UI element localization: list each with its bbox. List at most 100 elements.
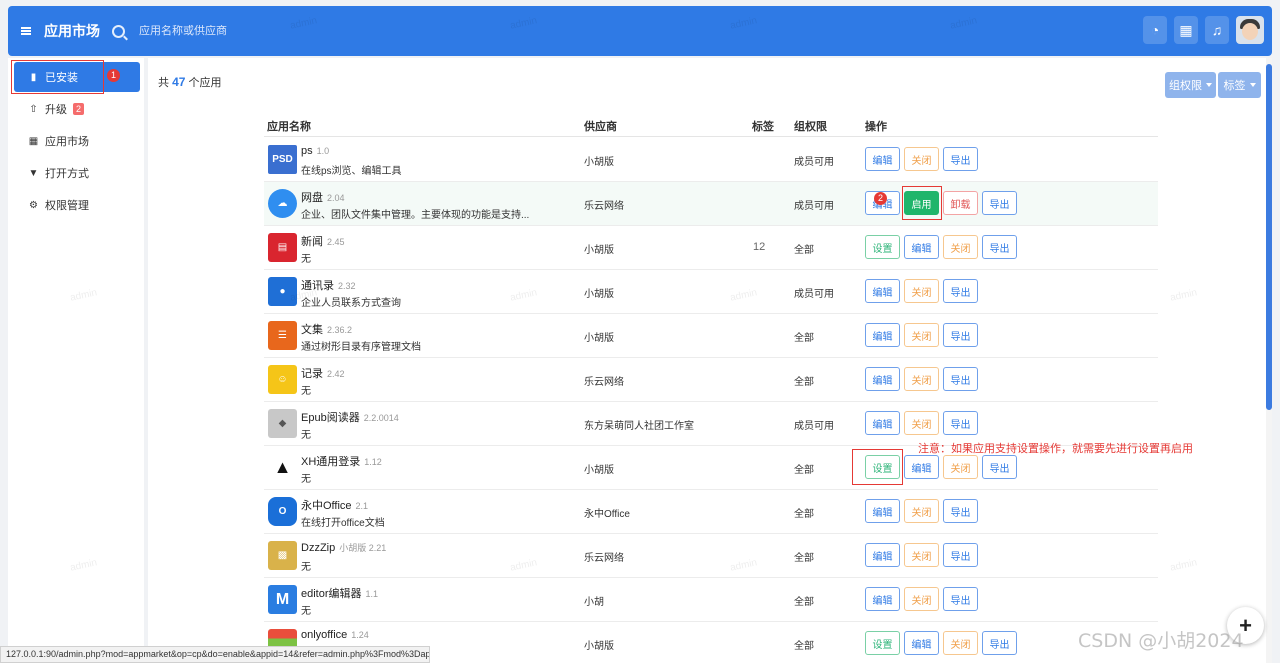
app-desc: 无 (301, 606, 311, 617)
sidebar-item-appmarket[interactable]: ▦ 应用市场 (14, 126, 140, 156)
table-row: ☺ 记录 2.42 无 乐云网络 全部 编辑 关闭 导出 (264, 358, 1158, 402)
close-button[interactable]: 关闭 (904, 587, 939, 611)
permission: 全部 (794, 465, 814, 476)
table-header: 应用名称 供应商 标签 组权限 操作 (264, 113, 1158, 137)
scrollbar-thumb[interactable] (1266, 64, 1272, 410)
app-name: 记录 (301, 368, 323, 380)
smile-icon: ☺ (268, 365, 297, 394)
export-button[interactable]: 导出 (943, 323, 978, 347)
main-panel: 共 47 个应用 组权限 标签 应用名称 供应商 标签 组权限 操作 PSD p… (148, 58, 1272, 663)
vendor: 乐云网络 (584, 553, 624, 564)
edit-button[interactable]: 编辑 (865, 411, 900, 435)
export-button[interactable]: 导出 (943, 411, 978, 435)
close-button[interactable]: 关闭 (904, 499, 939, 523)
col-vendor: 供应商 (584, 121, 617, 133)
scrollbar[interactable] (1266, 58, 1272, 663)
contacts-icon: ● (268, 277, 297, 306)
vendor: 小胡 (584, 597, 604, 608)
app-version: 1.24 (351, 630, 369, 640)
col-name: 应用名称 (267, 121, 311, 133)
app-name: DzzZip (301, 542, 336, 554)
step-marker-2: 2 (874, 192, 887, 205)
close-button[interactable]: 关闭 (904, 147, 939, 171)
export-button[interactable]: 导出 (943, 499, 978, 523)
edit-button[interactable]: 编辑 (865, 499, 900, 523)
app-title[interactable]: 应用市场 (44, 21, 104, 41)
export-button[interactable]: 导出 (943, 367, 978, 391)
vendor: 小胡版 (584, 641, 614, 652)
close-button[interactable]: 关闭 (943, 631, 978, 655)
app-version: 1.12 (364, 457, 382, 467)
table-row: ▩ DzzZip 小胡版 2.21 无 乐云网络 全部 编辑 关闭 导出 (264, 534, 1158, 578)
app-desc: 无 (301, 430, 311, 441)
table-row: ☁ 网盘 2.04 企业、团队文件集中管理。主要体现的功能是支持... 乐云网络 … (264, 182, 1158, 226)
edit-button[interactable]: 编辑 (865, 587, 900, 611)
search-input[interactable] (139, 25, 439, 37)
export-button[interactable]: 导出 (982, 235, 1017, 259)
permission: 全部 (794, 245, 814, 256)
app-desc: 无 (301, 562, 311, 573)
app-version: 1.1 (365, 589, 379, 599)
app-name: 新闻 (301, 236, 323, 248)
sidebar-item-label: 应用市场 (45, 136, 89, 148)
edit-button[interactable]: 编辑 (865, 367, 900, 391)
close-button[interactable]: 关闭 (904, 279, 939, 303)
app-name: 通讯录 (301, 280, 334, 292)
app-version: 2.2.0014 (363, 413, 399, 423)
grid-icon: ▦ (28, 135, 39, 147)
edit-button[interactable]: 编辑 (865, 543, 900, 567)
close-button[interactable]: 关闭 (904, 367, 939, 391)
sidebar-item-upgrade[interactable]: ⇧ 升级 2 (14, 94, 140, 124)
sidebar-item-permissions[interactable]: ⚙ 权限管理 (14, 190, 140, 220)
sidebar-item-open-method[interactable]: ▼ 打开方式 (14, 158, 140, 188)
permission: 全部 (794, 641, 814, 652)
export-button[interactable]: 导出 (943, 587, 978, 611)
grid-icon[interactable]: ▦ (1174, 16, 1198, 44)
vendor: 永中Office (584, 509, 630, 520)
settings-button[interactable]: 设置 (865, 235, 900, 259)
edit-button[interactable]: 编辑 (865, 279, 900, 303)
book-icon: ☰ (268, 321, 297, 350)
export-button[interactable]: 导出 (943, 279, 978, 303)
vendor: 乐云网络 (584, 201, 624, 212)
group-permission-filter[interactable]: 组权限 (1165, 72, 1216, 98)
permission: 全部 (794, 333, 814, 344)
app-name: editor编辑器 (301, 588, 362, 600)
edit-button[interactable]: 编辑 (865, 323, 900, 347)
permission: 成员可用 (794, 157, 834, 168)
ps-icon: PSD (268, 145, 297, 174)
edit-button[interactable]: 编辑 (865, 147, 900, 171)
office-icon: O (268, 497, 297, 526)
table-row: ▤ 新闻 2.45 无 小胡版 12 全部 设置 编辑 关闭 导出 (264, 226, 1158, 270)
export-button[interactable]: 导出 (982, 191, 1017, 215)
uninstall-button[interactable]: 卸载 (943, 191, 978, 215)
table-row: M editor编辑器 1.1 无 小胡 全部 编辑 关闭 导出 (264, 578, 1158, 622)
export-button[interactable]: 导出 (982, 455, 1017, 479)
permission: 全部 (794, 377, 814, 388)
close-button[interactable]: 关闭 (904, 543, 939, 567)
table-row: O 永中Office 2.1 在线打开office文档 永中Office 全部 编… (264, 490, 1158, 534)
close-button[interactable]: 关闭 (904, 411, 939, 435)
edit-button[interactable]: 编辑 (904, 235, 939, 259)
search-box[interactable] (112, 6, 439, 56)
export-button[interactable]: 导出 (943, 147, 978, 171)
avatar[interactable] (1236, 16, 1264, 44)
edit-button[interactable]: 编辑 (904, 631, 939, 655)
close-button[interactable]: 关闭 (904, 323, 939, 347)
gear-icon: ⚙ (29, 199, 38, 211)
close-button[interactable]: 关闭 (943, 235, 978, 259)
tag-filter[interactable]: 标签 (1218, 72, 1261, 98)
close-button[interactable]: 关闭 (943, 455, 978, 479)
settings-button[interactable]: 设置 (865, 631, 900, 655)
export-button[interactable]: 导出 (943, 543, 978, 567)
bell-icon[interactable]: ♫ (1205, 16, 1229, 44)
table-row: ● 通讯录 2.32 企业人员联系方式查询 小胡版 成员可用 编辑 关闭 导出 (264, 270, 1158, 314)
edit-button[interactable]: 编辑 (904, 455, 939, 479)
highlight-box-enable (902, 186, 942, 220)
menu-icon[interactable] (8, 6, 44, 56)
export-button[interactable]: 导出 (982, 631, 1017, 655)
caret-down-icon (1206, 83, 1212, 87)
highlight-box-installed (11, 60, 104, 94)
palette-icon[interactable]: ◔ (1143, 16, 1167, 44)
cloud-icon: ☁ (268, 189, 297, 218)
